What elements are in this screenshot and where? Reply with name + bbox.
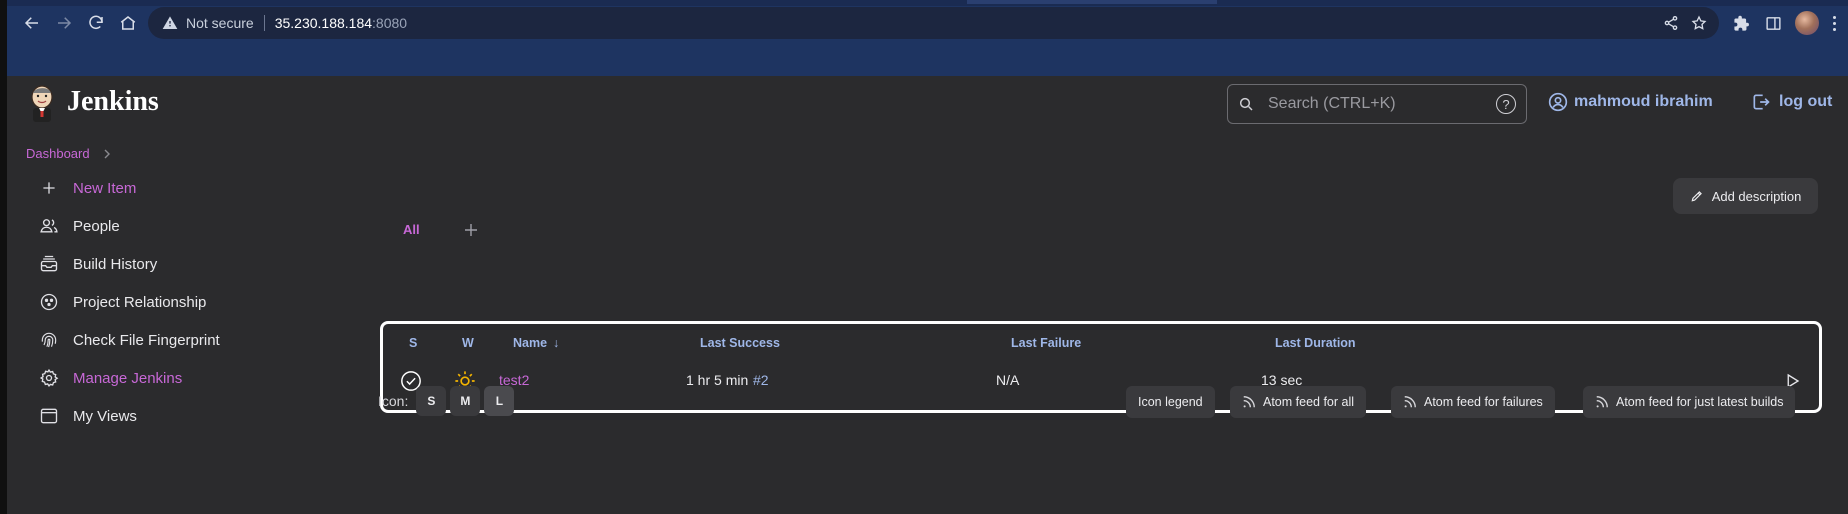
atom-feed-all-label: Atom feed for all: [1263, 395, 1355, 409]
people-icon: [39, 216, 59, 236]
search-input[interactable]: Search (CTRL+K) ?: [1227, 84, 1527, 124]
side-panel-icon: [1765, 16, 1781, 30]
side-panel-button[interactable]: [1762, 12, 1784, 34]
bookmark-star-icon[interactable]: [1689, 13, 1709, 33]
user-name: mahmoud ibrahim: [1574, 93, 1713, 110]
column-header-last-duration[interactable]: Last Duration: [1275, 336, 1356, 350]
last-success-time: 1 hr 5 min: [686, 372, 749, 388]
breadcrumb: Dashboard: [26, 146, 112, 161]
search-icon: [1238, 96, 1254, 112]
arrow-right-icon: [58, 17, 72, 29]
help-icon[interactable]: ?: [1496, 94, 1516, 114]
reload-icon: [89, 15, 103, 30]
address-divider: [263, 15, 265, 31]
chevron-right-icon[interactable]: [102, 149, 112, 159]
icon-size-medium-button[interactable]: M: [450, 386, 481, 416]
relationship-icon: [39, 292, 59, 312]
rss-icon: [1595, 395, 1609, 409]
jenkins-logo-icon[interactable]: [27, 84, 57, 124]
icon-size-small-button[interactable]: S: [416, 386, 447, 416]
sidebar-item-label: Project Relationship: [73, 293, 207, 311]
share-icon[interactable]: [1661, 13, 1681, 33]
atom-feed-latest-label: Atom feed for just latest builds: [1616, 395, 1784, 409]
security-label[interactable]: Not secure: [186, 15, 254, 31]
sidebar-item-label: My Views: [73, 407, 137, 425]
back-button[interactable]: [19, 10, 45, 36]
add-description-label: Add description: [1711, 188, 1802, 204]
extensions-button[interactable]: [1730, 12, 1752, 34]
home-icon: [120, 16, 136, 30]
sidebar-item-new-item[interactable]: New Item: [39, 178, 136, 198]
user-icon: [1548, 92, 1568, 112]
sort-arrow-icon: ↓: [553, 336, 560, 350]
puzzle-icon: [1733, 15, 1749, 31]
view-tabs: All: [403, 222, 478, 237]
home-button[interactable]: [115, 10, 141, 36]
profile-avatar[interactable]: [1795, 11, 1819, 35]
reload-button[interactable]: [83, 10, 109, 36]
user-profile-link[interactable]: mahmoud ibrahim: [1548, 92, 1713, 112]
sidebar-item-label: New Item: [73, 179, 137, 197]
url-port: :8080: [372, 15, 408, 31]
arrow-left-icon: [24, 17, 38, 29]
icon-size-label: Icon:: [378, 393, 409, 409]
rss-icon: [1242, 395, 1256, 409]
rss-icon: [1403, 395, 1417, 409]
new-view-tab[interactable]: [464, 223, 478, 237]
atom-feed-all-button[interactable]: Atom feed for all: [1230, 386, 1367, 418]
left-edge-strip: [0, 0, 7, 514]
tab-strip: [7, 0, 1848, 6]
search-placeholder: Search (CTRL+K): [1268, 95, 1396, 112]
jenkins-page: Jenkins Search (CTRL+K) ? mahmoud ibrahi…: [7, 76, 1848, 514]
sidebar-item-my-views[interactable]: My Views: [39, 406, 137, 426]
icon-legend-label: Icon legend: [1138, 395, 1203, 409]
last-failure-value: N/A: [996, 372, 1020, 388]
sidebar-item-label: Build History: [73, 255, 158, 273]
plus-icon: [464, 223, 477, 236]
atom-feed-failures-button[interactable]: Atom feed for failures: [1391, 386, 1555, 418]
sidebar-item-label: People: [73, 217, 120, 235]
column-header-status[interactable]: S: [409, 336, 417, 350]
gear-icon: [39, 368, 59, 388]
logout-label: log out: [1779, 93, 1833, 110]
column-header-name[interactable]: Name ↓: [513, 336, 559, 350]
sidebar-item-project-relationship[interactable]: Project Relationship: [39, 292, 206, 312]
jenkins-brand-title[interactable]: Jenkins: [67, 86, 159, 118]
url-host: 35.230.188.184: [274, 15, 373, 31]
tab-edge: [967, 0, 1217, 4]
column-header-last-success[interactable]: Last Success: [700, 336, 780, 350]
fingerprint-icon: [39, 330, 59, 350]
column-header-last-failure[interactable]: Last Failure: [1011, 336, 1081, 350]
pencil-icon: [1690, 189, 1704, 203]
breadcrumb-dashboard[interactable]: Dashboard: [26, 146, 90, 161]
atom-feed-latest-button[interactable]: Atom feed for just latest builds: [1583, 386, 1796, 418]
add-description-button[interactable]: Add description: [1673, 178, 1818, 214]
sidebar-item-check-file-fingerprint[interactable]: Check File Fingerprint: [39, 330, 220, 350]
logout-link[interactable]: log out: [1751, 92, 1832, 112]
column-header-weather[interactable]: W: [462, 336, 474, 350]
sidebar-item-label: Check File Fingerprint: [73, 331, 220, 349]
logout-icon: [1751, 92, 1771, 112]
icon-legend-button[interactable]: Icon legend: [1126, 386, 1215, 418]
plus-icon: [39, 178, 59, 198]
column-header-name-label: Name: [513, 336, 548, 350]
tab-all[interactable]: All: [403, 222, 420, 237]
sidebar-item-people[interactable]: People: [39, 216, 120, 236]
browser-menu-button[interactable]: [1827, 12, 1841, 34]
sidebar-item-build-history[interactable]: Build History: [39, 254, 157, 274]
atom-feed-failures-label: Atom feed for failures: [1424, 395, 1543, 409]
forward-button[interactable]: [51, 10, 77, 36]
sidebar-item-label: Manage Jenkins: [73, 369, 183, 387]
address-bar[interactable]: Not secure 35.230.188.184:8080: [148, 7, 1719, 39]
build-history-icon: [39, 254, 59, 274]
icon-size-large-button[interactable]: L: [484, 386, 515, 416]
icon-size-selector: Icon: S M L: [378, 386, 518, 416]
sidebar-item-manage-jenkins[interactable]: Manage Jenkins: [39, 368, 182, 388]
browser-toolbar: Not secure 35.230.188.184:8080: [7, 0, 1848, 76]
last-success-build-link[interactable]: #2: [753, 372, 769, 388]
warning-icon: [162, 15, 178, 31]
window-icon: [39, 406, 59, 426]
